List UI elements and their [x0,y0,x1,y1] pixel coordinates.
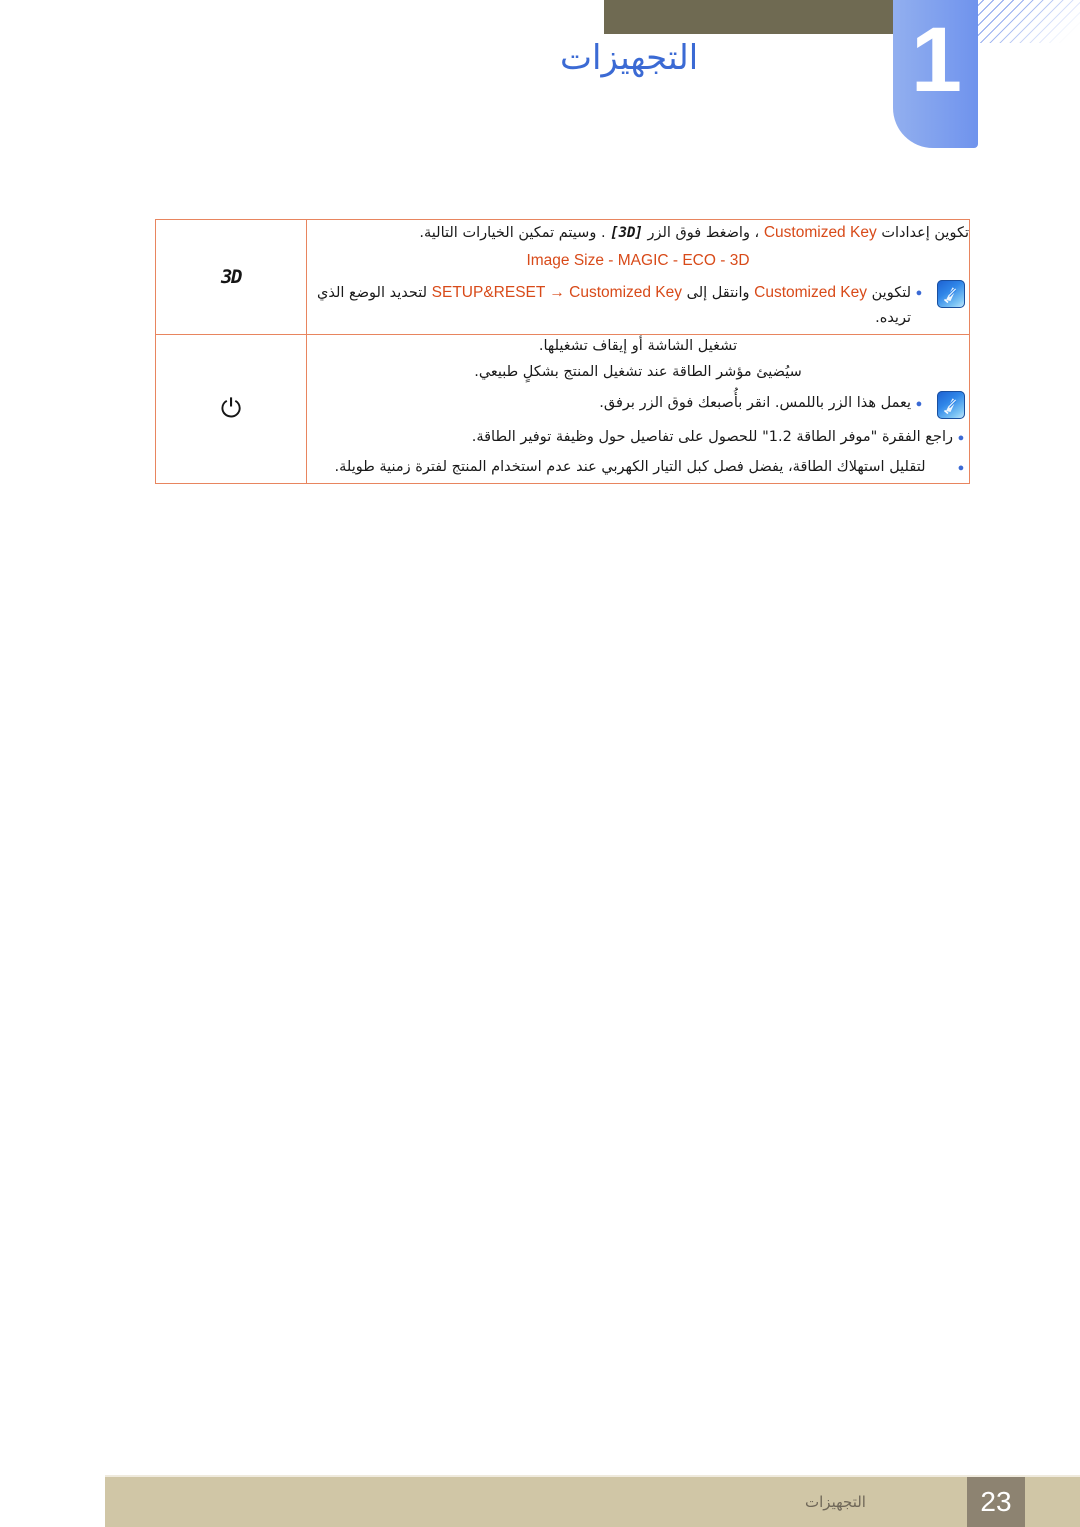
touch-gesture-icon [937,390,965,419]
enabled-options-line: Image Size - MAGIC - ECO - 3D [307,248,969,273]
enabled-options-list: Image Size - MAGIC - ECO - 3D [526,252,750,270]
three-d-button-glyph: [3D] [610,225,644,241]
menu-path: SETUP&RESET → Customized Key [431,283,683,301]
bullet-dot-icon: ● [915,286,923,299]
touch-gesture-icon [937,279,965,308]
chapter-title: التجهيزات [560,38,699,78]
config-ar-2: وانتقل إلى [686,284,750,301]
page-header: التجهيزات 1 [0,0,1080,180]
customized-key-term: Customized Key [763,224,877,241]
page-footer: التجهيزات 23 [105,1475,1080,1527]
bullet-item: ● يعمل هذا الزر باللمس. انقر بأُصبعك فوق… [307,390,969,419]
customized-key-config-text: لتكوين Customized Key وانتقل إلى SETUP&R… [307,280,911,330]
row-icon-cell: 3D [155,219,307,335]
table-row: تشغيل الشاشة أو إيقاف تشغيلها. سيُضيئ مؤ… [155,333,970,484]
power-consumption-note: لتقليل استهلاك الطاقة، يفضل فصل كبل التي… [334,458,926,475]
button-description-table: تكوين إعدادات Customized Key ، واضغط فوق… [155,219,970,484]
bullet-dot-icon: ● [957,431,965,444]
power-toggle-line: تشغيل الشاشة أو إيقاف تشغيلها. [538,337,738,354]
intro-text-before: تكوين إعدادات [881,225,969,241]
header-olive-bar [604,0,894,34]
config-en-term: Customized Key [754,283,868,301]
row-description-cell: تكوين إعدادات Customized Key ، واضغط فوق… [306,219,970,335]
bullet-dot-icon: ● [957,461,965,474]
bullet-item: ● لتقليل استهلاك الطاقة، يفضل فصل كبل ال… [307,455,969,479]
touch-button-note: يعمل هذا الزر باللمس. انقر بأُصبعك فوق ا… [599,394,911,411]
intro-text-middle: ، واضغط فوق الزر [647,225,760,241]
power-icon: ⏻ [220,393,242,424]
three-d-icon: 3D [221,265,242,288]
chapter-number-badge: 1 [893,0,978,148]
row-icon-cell: ⏻ [155,333,307,484]
header-hatch-decoration [978,0,1080,43]
table-row: تكوين إعدادات Customized Key ، واضغط فوق… [155,219,970,335]
footer-section-label: التجهيزات [805,1493,866,1511]
button-description-table-wrapper: تكوين إعدادات Customized Key ، واضغط فوق… [155,219,970,484]
chapter-number: 1 [910,9,962,111]
customized-key-intro-line: تكوين إعدادات Customized Key ، واضغط فوق… [307,220,969,245]
row-description-cell: تشغيل الشاشة أو إيقاف تشغيلها. سيُضيئ مؤ… [306,333,970,484]
bullet-item: ● لتكوين Customized Key وانتقل إلى SETUP… [307,279,969,330]
power-indicator-line: سيُضيئ مؤشر الطاقة عند تشغيل المنتج بشكل… [474,364,802,381]
bullet-item: ● راجع الفقرة "موفر الطاقة 1.2" للحصول ع… [307,425,969,449]
footer-page-number: 23 [967,1477,1025,1527]
power-saver-reference: راجع الفقرة "موفر الطاقة 1.2" للحصول على… [471,428,953,445]
intro-text-after: . وسيتم تمكين الخيارات التالية. [419,225,606,241]
config-ar-1: لتكوين [871,284,911,301]
bullet-dot-icon: ● [915,397,923,410]
